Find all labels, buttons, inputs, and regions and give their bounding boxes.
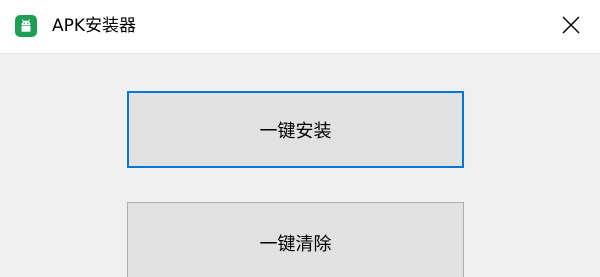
clear-all-button[interactable]: 一键清除 bbox=[127, 202, 464, 277]
title-bar: APK安装器 bbox=[0, 0, 600, 54]
clear-all-label: 一键清除 bbox=[259, 234, 332, 255]
window-title: APK安装器 bbox=[52, 16, 137, 36]
install-all-label: 一键安装 bbox=[259, 120, 332, 142]
android-icon bbox=[15, 15, 37, 37]
apk-installer-window: APK安装器 一键安装 一键清除 bbox=[0, 0, 600, 277]
close-icon bbox=[562, 16, 580, 38]
close-button[interactable] bbox=[556, 12, 586, 42]
install-all-button[interactable]: 一键安装 bbox=[127, 91, 464, 168]
